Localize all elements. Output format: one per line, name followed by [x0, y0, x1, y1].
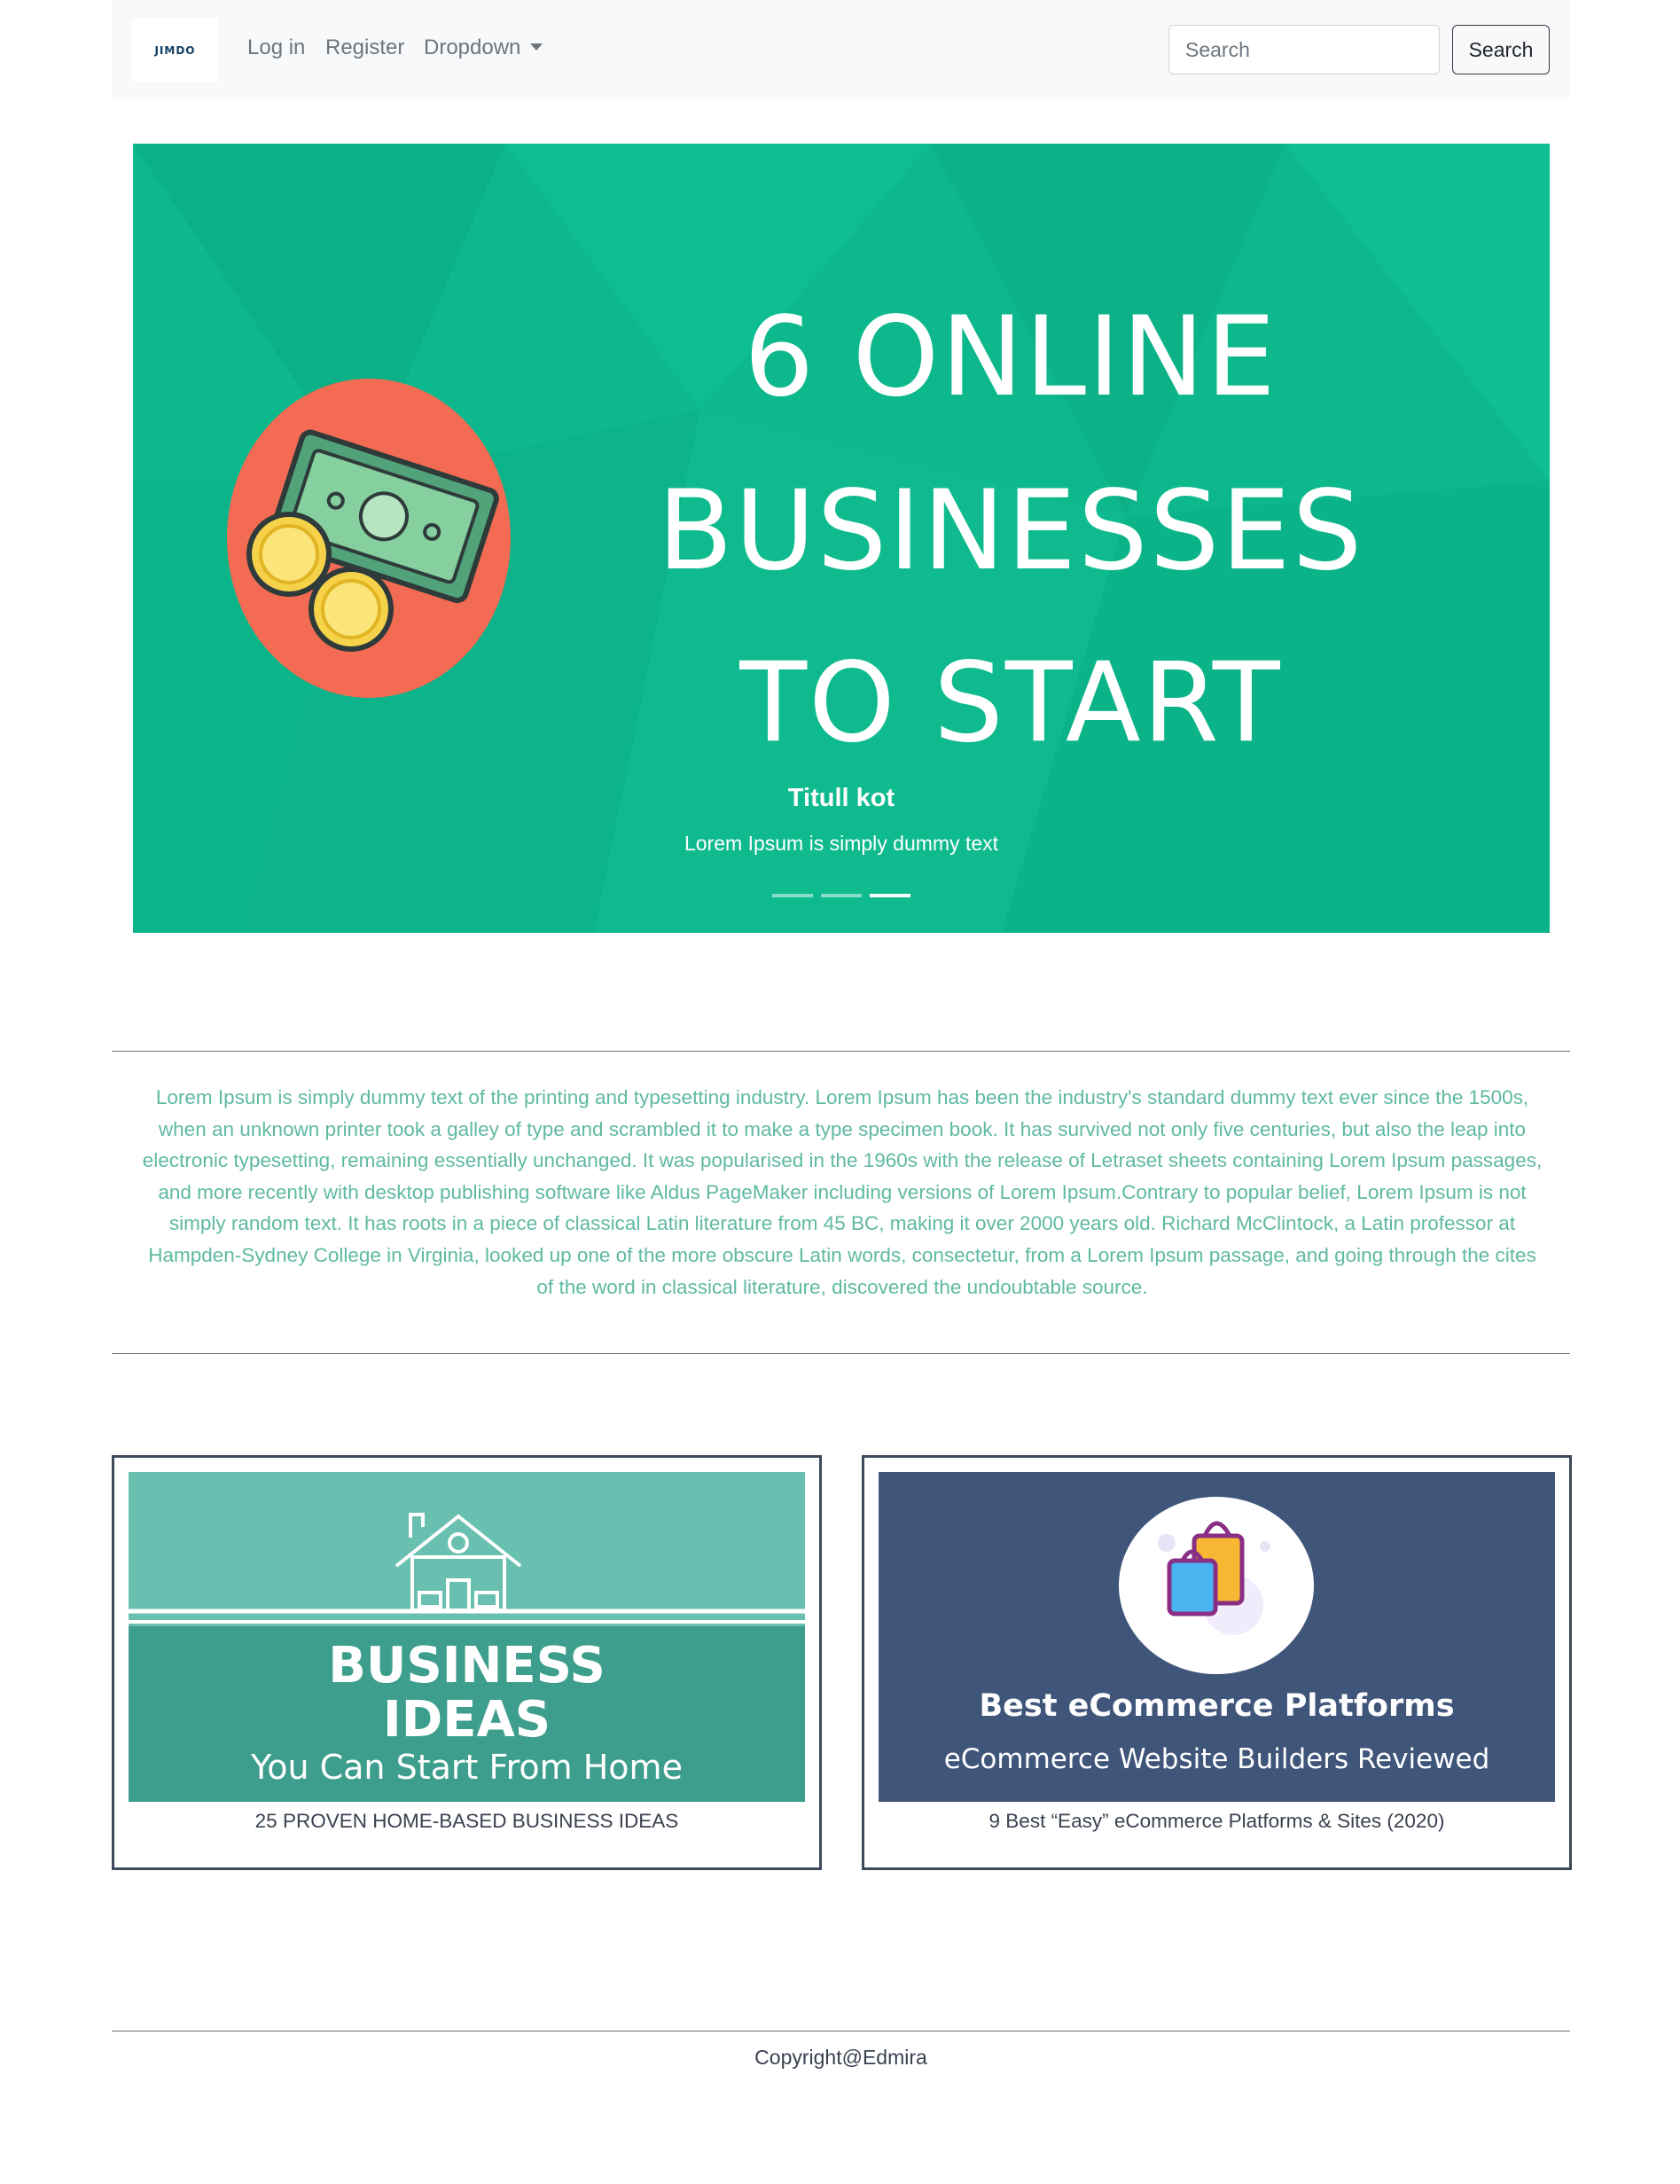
card-caption: 9 Best “Easy” eCommerce Platforms & Site… [988, 1810, 1445, 1832]
hero-carousel: 6 ONLINE BUSINESSES TO START Titull kot … [133, 144, 1550, 933]
navbar: JIMDO Log in Register Dropdown Search [112, 0, 1570, 99]
divider [112, 1051, 1570, 1052]
card-image: Best eCommerce Platforms eCommerce Websi… [879, 1472, 1555, 1802]
carousel-caption-title: Titull kot [787, 784, 895, 812]
hero-image-text: TO START [739, 639, 1282, 767]
carousel-indicator[interactable] [821, 894, 862, 897]
divider [112, 1353, 1570, 1354]
nav-link-register[interactable]: Register [325, 34, 404, 62]
card-image: BUSINESS IDEAS You Can Start From Home [129, 1472, 805, 1802]
search-button[interactable]: Search [1452, 25, 1550, 74]
hero-image-text: BUSINESSES [657, 467, 1364, 595]
nav-link-login[interactable]: Log in [247, 34, 305, 62]
card-image-text: eCommerce Website Builders Reviewed [943, 1743, 1490, 1775]
carousel-caption-text: Lorem Ipsum is simply dummy text [684, 832, 999, 855]
intro-paragraph: Lorem Ipsum is simply dummy text of the … [142, 1086, 1543, 1298]
hero-image-text: 6 ONLINE [744, 294, 1278, 421]
search-input[interactable] [1168, 25, 1440, 74]
card-image-text: Best eCommerce Platforms [979, 1688, 1455, 1724]
card-ecommerce-platforms[interactable]: Best eCommerce Platforms eCommerce Websi… [862, 1455, 1572, 1870]
card-caption: 25 PROVEN HOME-BASED BUSINESS IDEAS [254, 1810, 679, 1832]
footer-copyright: Copyright@Edmira [754, 2046, 927, 2069]
card-image-text: BUSINESS [328, 1637, 606, 1695]
carousel-indicator[interactable] [772, 894, 813, 897]
card-image-text: You Can Start From Home [251, 1748, 683, 1787]
carousel-next-control[interactable] [1443, 144, 1550, 933]
carousel-indicator-active[interactable] [870, 894, 910, 897]
brand-logo[interactable]: JIMDO [132, 18, 218, 82]
card-image-text: IDEAS [382, 1691, 551, 1749]
nav-dropdown[interactable]: Dropdown [424, 34, 543, 62]
carousel-indicators [133, 894, 1550, 897]
card-home-business-ideas[interactable]: BUSINESS IDEAS You Can Start From Home 2… [112, 1455, 822, 1870]
carousel-prev-control[interactable] [133, 144, 239, 933]
brand-logo-text: JIMDO [154, 43, 196, 57]
nav-dropdown-label: Dropdown [424, 35, 521, 59]
caret-down-icon [530, 43, 543, 51]
